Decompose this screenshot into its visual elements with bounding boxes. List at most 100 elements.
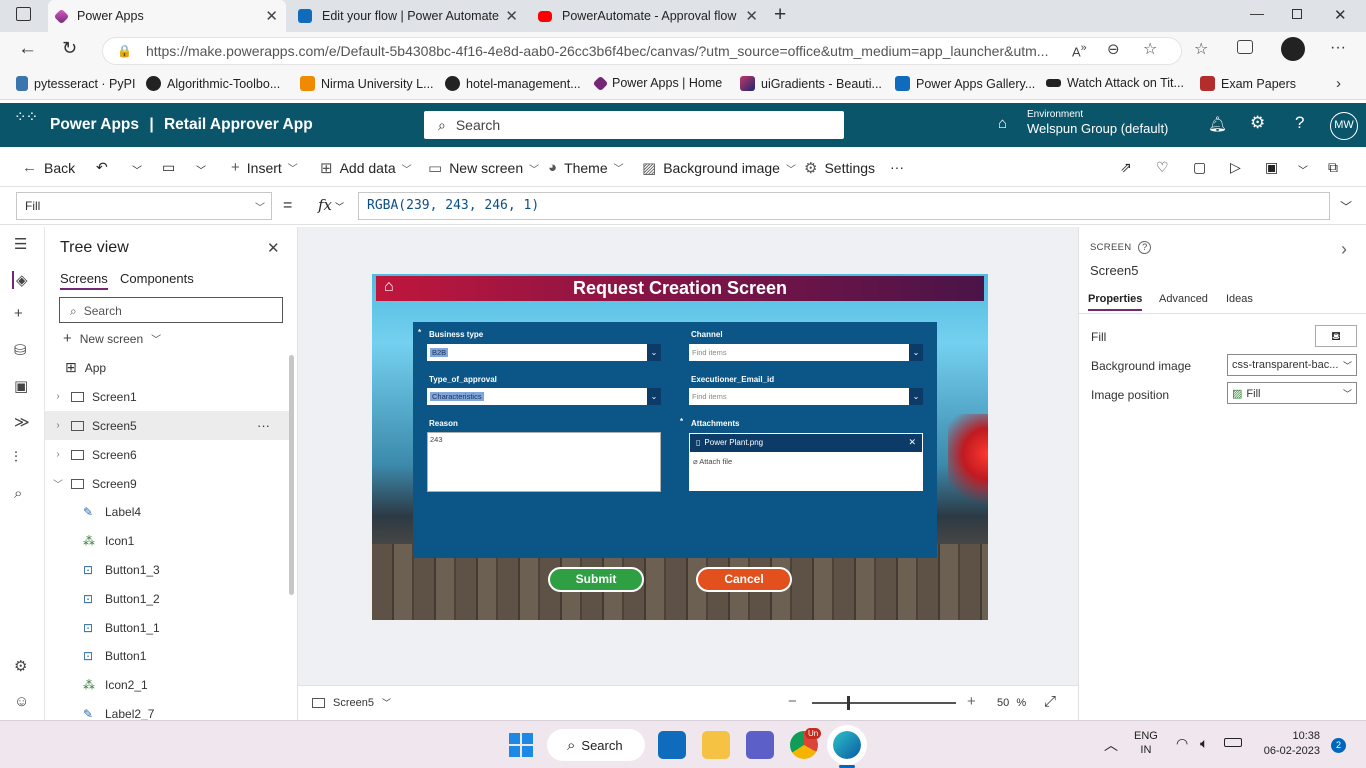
more-options-icon[interactable]: ··· <box>257 418 270 433</box>
tree-item-icon1[interactable]: ⁂ Icon1 <box>45 526 290 555</box>
attachments-control[interactable]: ▯ Power Plant.png ✕ ⌀ Attach file <box>689 433 923 491</box>
submit-button[interactable]: Submit <box>548 567 644 592</box>
notification-badge[interactable]: 2 <box>1331 738 1346 753</box>
collections-icon[interactable] <box>1237 40 1253 54</box>
fit-to-window-icon[interactable]: ⤢ <box>1044 693 1056 710</box>
read-aloud-icon[interactable]: A» <box>1072 42 1087 59</box>
theme-button[interactable]: ◕ Theme ﹀ <box>548 159 624 176</box>
insert-icon[interactable]: + <box>14 305 23 322</box>
tab-screens[interactable]: Screens <box>60 271 108 290</box>
bookmark[interactable]: Power Apps Gallery... <box>895 76 1035 91</box>
zoom-slider-thumb[interactable] <box>847 696 850 710</box>
tree-item-button1-1[interactable]: ⊡ Button1_1 <box>45 613 290 642</box>
chevron-up-icon[interactable]: ︿ <box>1104 735 1118 755</box>
publish-icon[interactable]: ⧉ <box>1328 159 1338 176</box>
tree-item-button1-3[interactable]: ⊡ Button1_3 <box>45 555 290 584</box>
play-icon[interactable]: ▷ <box>1230 159 1241 176</box>
executioner-email-combobox[interactable]: Find items ⌄ <box>689 388 923 405</box>
tree-item-screen1[interactable]: › Screen1 <box>45 382 290 411</box>
chevron-right-icon[interactable]: › <box>1341 239 1347 260</box>
bookmark[interactable]: Algorithmic-Toolbo... <box>146 76 280 91</box>
background-image-button[interactable]: ▨ Background image ﹀ <box>642 159 796 177</box>
data-icon[interactable]: ⛁ <box>14 341 27 359</box>
favorite-add-icon[interactable]: ☆ <box>1143 39 1157 59</box>
chevron-right-icon[interactable]: › <box>1336 75 1341 92</box>
tab-ideas[interactable]: Ideas <box>1226 293 1253 305</box>
control-name[interactable]: Screen5 <box>1090 263 1138 278</box>
variables-icon[interactable]: ⫶ <box>14 449 18 466</box>
tab-power-apps[interactable]: Power Apps ✕ <box>48 0 286 32</box>
virtual-agent-icon[interactable]: ☺ <box>14 693 29 710</box>
save-icon[interactable]: ▣ <box>1265 159 1278 176</box>
zoom-in-icon[interactable]: + <box>967 693 976 710</box>
close-icon[interactable]: ✕ <box>505 7 518 25</box>
close-icon[interactable]: ✕ <box>267 239 280 257</box>
battery-icon[interactable] <box>1224 738 1242 747</box>
background-image-dropdown[interactable]: css-transparent-bac... ﹀ <box>1227 354 1357 376</box>
tree-item-app[interactable]: ⊞ App <box>45 353 290 382</box>
add-data-button[interactable]: ⊞ Add data ﹀ <box>320 159 412 177</box>
profile-icon[interactable] <box>1281 37 1305 61</box>
app-screen-preview[interactable]: ⌂ Request Creation Screen * Business typ… <box>372 274 988 620</box>
close-icon[interactable]: ✕ <box>908 437 916 448</box>
tab-youtube[interactable]: PowerAutomate - Approval flow ✕ <box>530 0 766 32</box>
formula-input[interactable]: RGBA(239, 243, 246, 1) <box>358 192 1330 220</box>
taskbar-search[interactable]: ⌕ Search <box>547 729 645 761</box>
tab-advanced[interactable]: Advanced <box>1159 293 1208 305</box>
property-dropdown[interactable]: Fill ﹀ <box>16 192 272 220</box>
attachment-item[interactable]: ▯ Power Plant.png ✕ <box>690 434 922 452</box>
app-launcher-icon[interactable]: ⁘⁘ <box>14 110 38 125</box>
more-options-icon[interactable]: ··· <box>1330 39 1346 57</box>
expand-formula-icon[interactable]: ﹀ <box>1340 198 1352 215</box>
favorites-icon[interactable]: ☆ <box>1194 39 1208 59</box>
edge-icon[interactable] <box>827 725 867 765</box>
comments-icon[interactable]: ▢ <box>1193 159 1206 176</box>
chevron-down-icon[interactable]: ﹀ <box>196 162 206 177</box>
channel-combobox[interactable]: Find items ⌄ <box>689 344 923 361</box>
tab-actions-icon[interactable] <box>16 7 31 21</box>
teams-icon[interactable] <box>746 731 774 759</box>
fill-color-picker[interactable]: ⛾ <box>1315 325 1357 347</box>
close-icon[interactable]: ✕ <box>265 7 278 25</box>
new-tab-icon[interactable]: + <box>774 3 786 27</box>
power-automate-icon[interactable]: ≫ <box>14 413 30 431</box>
image-position-dropdown[interactable]: ▨ Fill ﹀ <box>1227 382 1357 404</box>
attach-file-link[interactable]: ⌀ Attach file <box>689 453 923 470</box>
avatar[interactable]: MW <box>1330 112 1358 140</box>
zoom-out-icon[interactable]: − <box>788 693 797 710</box>
tree-item-screen5[interactable]: › Screen5 ··· <box>45 411 290 440</box>
media-icon[interactable]: ▣ <box>14 377 28 395</box>
search-icon[interactable]: ⌕ <box>14 485 22 502</box>
environment-picker[interactable]: Environment Welspun Group (default) <box>1027 109 1168 136</box>
tree-search-input[interactable]: ⌕ Search <box>59 297 283 323</box>
hamburger-icon[interactable]: ☰ <box>14 235 27 253</box>
bookmark[interactable]: hotel-management... <box>445 76 581 91</box>
bookmark[interactable]: Nirma University L... <box>300 76 434 91</box>
tree-item-icon2-1[interactable]: ⁂ Icon2_1 <box>45 670 290 699</box>
close-window-icon[interactable]: ✕ <box>1334 6 1347 24</box>
header-search-box[interactable]: ⌕ Search <box>424 111 844 139</box>
settings-button[interactable]: ⚙ Settings <box>804 159 875 177</box>
bookmark[interactable]: pytesseract · PyPI <box>16 76 135 91</box>
refresh-icon[interactable]: ↻ <box>62 38 77 59</box>
tree-item-screen6[interactable]: › Screen6 <box>45 440 290 469</box>
zoom-slider[interactable] <box>812 702 956 704</box>
scrollbar[interactable] <box>289 355 294 595</box>
chevron-down-icon[interactable]: ﹀ <box>1298 162 1308 177</box>
tree-item-button1[interactable]: ⊡ Button1 <box>45 641 290 670</box>
more-commands-icon[interactable]: ··· <box>890 159 904 175</box>
type-of-approval-dropdown[interactable]: Characteristics ⌄ <box>427 388 661 405</box>
back-button[interactable]: ← Back <box>22 159 75 176</box>
restore-icon[interactable] <box>1292 9 1302 19</box>
bookmark[interactable]: uiGradients - Beauti... <box>740 76 882 91</box>
gear-icon[interactable]: ⚙ <box>14 657 27 675</box>
fx-button[interactable]: fx ﹀ <box>318 196 344 214</box>
tree-item-screen9[interactable]: ﹀ Screen9 <box>45 469 290 498</box>
insert-button[interactable]: + Insert ﹀ <box>231 159 298 176</box>
new-screen-button[interactable]: ▭ New screen ﹀ <box>428 159 539 177</box>
cancel-button[interactable]: Cancel <box>696 567 792 592</box>
reason-textarea[interactable]: 243 <box>427 432 661 492</box>
close-icon[interactable]: ✕ <box>745 7 758 25</box>
bookmark[interactable]: Watch Attack on Tit... <box>1046 76 1184 90</box>
chevron-down-icon[interactable]: ﹀ <box>132 162 142 177</box>
